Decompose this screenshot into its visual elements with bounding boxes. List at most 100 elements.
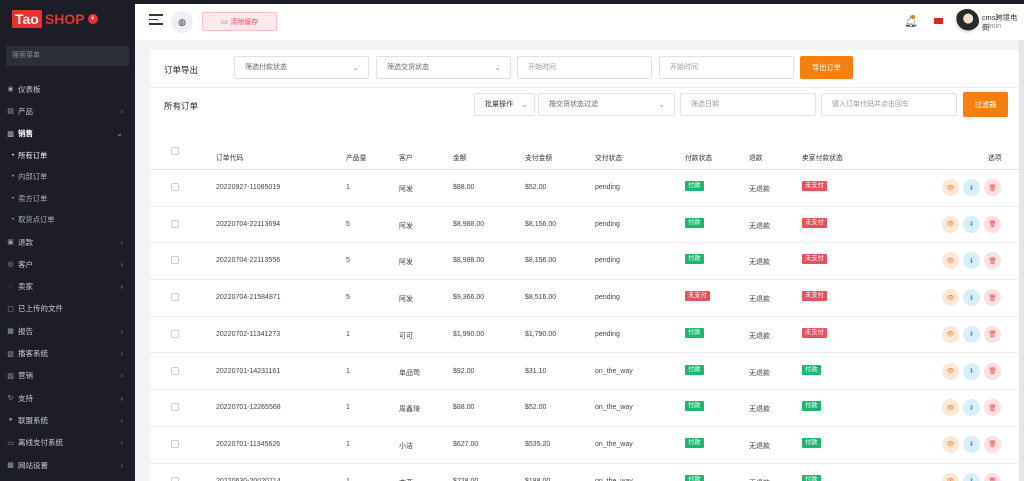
select-all-checkbox[interactable] [171, 147, 179, 155]
clear-cache-button[interactable]: ▭ 清除缓存 [202, 12, 277, 31]
filter-button[interactable]: 过滤器 [963, 92, 1008, 117]
trash-icon[interactable]: 🗑︎ [984, 179, 1001, 196]
download-icon[interactable]: ⬇︎ [963, 325, 980, 343]
sidebar-item-label: 已上传的文件 [18, 304, 63, 314]
avatar[interactable] [955, 9, 979, 33]
sidebar-subitem-label: 内部订单 [18, 172, 48, 182]
sidebar-item[interactable]: ◌ 卖家 › [0, 275, 135, 297]
order-code[interactable]: 20220927-11085019 [216, 184, 280, 191]
chevron-icon: › [120, 393, 123, 403]
seller-payment-badge: 未支付 [802, 254, 827, 265]
sidebar-item[interactable]: ⚭ 联盟系统 › [0, 409, 135, 431]
eye-icon[interactable]: 👁︎ [942, 399, 959, 417]
trash-icon[interactable]: 🗑︎ [984, 289, 1001, 307]
download-icon[interactable]: ⬇︎ [963, 435, 980, 453]
export-orders-button[interactable]: 导出订单 [800, 56, 853, 79]
sidebar-item[interactable]: ▣ 退款 › [0, 231, 135, 253]
trash-icon[interactable]: 🗑︎ [984, 472, 1001, 481]
order-code[interactable]: 20220704-21584871 [216, 294, 281, 301]
row-checkbox[interactable] [171, 256, 179, 265]
download-icon[interactable]: ⬇︎ [963, 362, 980, 380]
logo[interactable]: Tao SHOP ¥ [0, 0, 135, 38]
sidebar-item[interactable]: ▨ 营销 › [0, 365, 135, 387]
sidebar-item[interactable]: ◉ 仪表板 [0, 78, 135, 100]
sidebar-item[interactable]: ▩ 网站设置 › [0, 454, 135, 476]
notification-dot [911, 15, 915, 19]
user-role: admin [982, 23, 1002, 30]
eye-icon[interactable]: 👁︎ [942, 215, 959, 233]
hamburger-menu-icon[interactable] [149, 14, 163, 28]
sidebar-subitem[interactable]: • 内部订单 [0, 166, 135, 188]
order-code[interactable]: 20220701-11345626 [216, 441, 280, 448]
start-time-input[interactable]: 开始时间 [517, 56, 652, 79]
trash-icon[interactable]: 🗑︎ [984, 399, 1001, 417]
download-icon[interactable]: ⬇︎ [963, 215, 980, 233]
delivery-status: pending [595, 220, 620, 228]
eye-icon[interactable]: 👁︎ [942, 325, 959, 343]
sidebar-search-input[interactable]: 搜索菜单 [6, 46, 129, 66]
payment-status-badge: 付款 [685, 437, 704, 448]
row-checkbox[interactable] [171, 476, 179, 481]
order-qty: 5 [346, 257, 350, 265]
menu-icon: ▦ [7, 328, 14, 336]
eye-icon[interactable]: 👁︎ [942, 435, 959, 453]
sidebar-item[interactable]: ▭ 离线支付系统 › [0, 432, 135, 454]
order-code[interactable]: 20220701-12265568 [216, 404, 281, 411]
seller-payment-badge: 未支付 [802, 327, 827, 338]
eye-icon[interactable]: 👁︎ [942, 252, 959, 270]
delivery-status-select[interactable]: 筛选交货状态 ⌄ [376, 56, 511, 79]
eye-icon[interactable]: 👁︎ [942, 179, 959, 196]
globe-icon[interactable]: ◍ [171, 11, 193, 33]
delivery-filter-select[interactable]: 按交货状态过滤 ⌄ [538, 93, 675, 116]
row-checkbox[interactable] [171, 329, 179, 338]
row-checkbox[interactable] [171, 439, 179, 448]
download-icon[interactable]: ⬇︎ [963, 289, 980, 307]
order-code[interactable]: 20220704-22113556 [216, 257, 280, 264]
sidebar-subitem[interactable]: • 卖方订单 [0, 188, 135, 210]
sidebar-item[interactable]: ▢ 已上传的文件 [0, 298, 135, 320]
trash-icon[interactable]: 🗑︎ [984, 215, 1001, 233]
eye-icon[interactable]: 👁︎ [942, 362, 959, 380]
china-flag-icon[interactable] [934, 18, 943, 24]
sidebar-item[interactable]: ▦ 报告 › [0, 320, 135, 342]
sidebar-item-label: 退款 [18, 237, 33, 247]
trash-icon[interactable]: 🗑︎ [984, 325, 1001, 343]
chevron-icon: › [120, 237, 123, 247]
download-icon[interactable]: ⬇︎ [963, 399, 980, 417]
order-code[interactable]: 20220704-22113694 [216, 221, 280, 228]
payment-status-select[interactable]: 筛选付款状态 ⌄ [234, 56, 369, 79]
trash-icon[interactable]: 🗑︎ [984, 252, 1001, 270]
seller-payment-badge: 未支付 [802, 291, 827, 302]
date-filter-input[interactable]: 筛选日期 [680, 93, 816, 116]
menu-icon: ▤ [7, 108, 14, 116]
sidebar-item[interactable]: ▥ 销售 ⌄ [0, 123, 135, 145]
bulk-action-select[interactable]: 批量操作 ⌄ [474, 93, 535, 116]
page-scrollbar[interactable] [1019, 40, 1024, 481]
order-code[interactable]: 20220702-11341273 [216, 331, 280, 338]
sidebar-subitem[interactable]: • 所有订单 [0, 145, 135, 167]
end-time-input[interactable]: 开始时间 [659, 56, 794, 79]
order-code[interactable]: 20220630-20020714 [216, 478, 281, 481]
sidebar-item[interactable]: ↻ 支持 › [0, 387, 135, 409]
row-checkbox[interactable] [171, 219, 179, 228]
sidebar-subitem[interactable]: • 取货点订单 [0, 209, 135, 231]
row-checkbox[interactable] [171, 403, 179, 412]
download-icon[interactable]: ⬇︎ [963, 252, 980, 270]
sidebar-subitem-label: 卖方订单 [18, 193, 48, 203]
row-checkbox[interactable] [171, 366, 179, 375]
trash-icon[interactable]: 🗑︎ [984, 435, 1001, 453]
logo-badge-icon: ¥ [87, 14, 98, 24]
sidebar-item[interactable]: ◎ 客户 › [0, 253, 135, 275]
order-amount: $8,988.00 [453, 257, 485, 265]
row-checkbox[interactable] [171, 183, 179, 191]
download-icon[interactable]: ⬇︎ [963, 472, 980, 481]
sidebar-item[interactable]: ▧ 播客系统 › [0, 342, 135, 364]
trash-icon[interactable]: 🗑︎ [984, 362, 1001, 380]
download-icon[interactable]: ⬇︎ [963, 179, 980, 196]
row-checkbox[interactable] [171, 293, 179, 302]
eye-icon[interactable]: 👁︎ [942, 289, 959, 307]
order-code[interactable]: 20220701-14231161 [216, 368, 280, 375]
eye-icon[interactable]: 👁︎ [942, 472, 959, 481]
order-code-search-input[interactable]: 键入订单代码并点击回车 [821, 93, 957, 116]
sidebar-item[interactable]: ▤ 产品 › [0, 100, 135, 122]
